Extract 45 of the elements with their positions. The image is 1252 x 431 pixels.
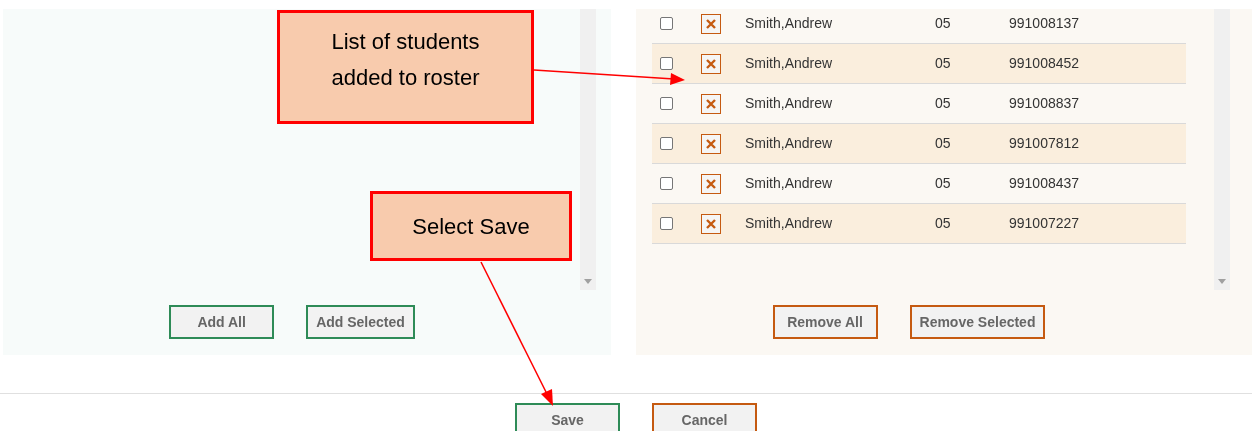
student-id: 991008837 [1009,94,1080,113]
callout: Select Save [370,191,572,261]
student-id: 991007812 [1009,134,1080,153]
caret-icon [584,279,592,284]
row-checkbox[interactable] [660,17,673,30]
student-id: 991007227 [1009,214,1080,233]
student-id: 991008137 [1009,14,1080,33]
section-number: 05 [935,14,952,33]
section-number: 05 [935,214,952,233]
save-button[interactable]: Save [515,403,620,431]
remove-icon[interactable] [701,53,721,74]
student-name: Smith,Andrew [745,174,834,193]
cancel-button[interactable]: Cancel [652,403,757,431]
remove-icon[interactable] [701,173,721,194]
remove-icon[interactable] [701,13,721,34]
caret-icon [1218,279,1226,284]
callout: List of students added to roster [277,10,534,124]
remove-icon[interactable] [701,213,721,234]
student-name: Smith,Andrew [745,54,834,73]
section-number: 05 [935,134,952,153]
row-checkbox[interactable] [660,57,673,70]
roster-row[interactable]: Smith,Andrew 05 991007812 [652,124,1186,164]
row-checkbox[interactable] [660,217,673,230]
scrollbar[interactable] [580,9,596,290]
student-id: 991008437 [1009,174,1080,193]
row-checkbox[interactable] [660,177,673,190]
row-checkbox[interactable] [660,137,673,150]
remove-icon[interactable] [701,93,721,114]
remove-icon[interactable] [701,133,721,154]
add-button[interactable]: Add Selected [306,305,415,339]
section-number: 05 [935,174,952,193]
remove-button[interactable]: Remove All [772,305,878,339]
student-name: Smith,Andrew [745,134,834,153]
student-name: Smith,Andrew [745,214,834,233]
remove-button[interactable]: Remove Selected [909,305,1046,339]
student-name: Smith,Andrew [745,14,834,33]
section-number: 05 [935,54,952,73]
scrollbar[interactable] [1214,9,1230,290]
row-checkbox[interactable] [660,97,673,110]
roster-row[interactable]: Smith,Andrew 05 991007227 [652,204,1186,244]
section-number: 05 [935,94,952,113]
roster-row[interactable]: Smith,Andrew 05 991008452 [652,44,1186,84]
student-id: 991008452 [1009,54,1080,73]
student-name: Smith,Andrew [745,94,834,113]
add-button[interactable]: Add All [169,305,275,339]
